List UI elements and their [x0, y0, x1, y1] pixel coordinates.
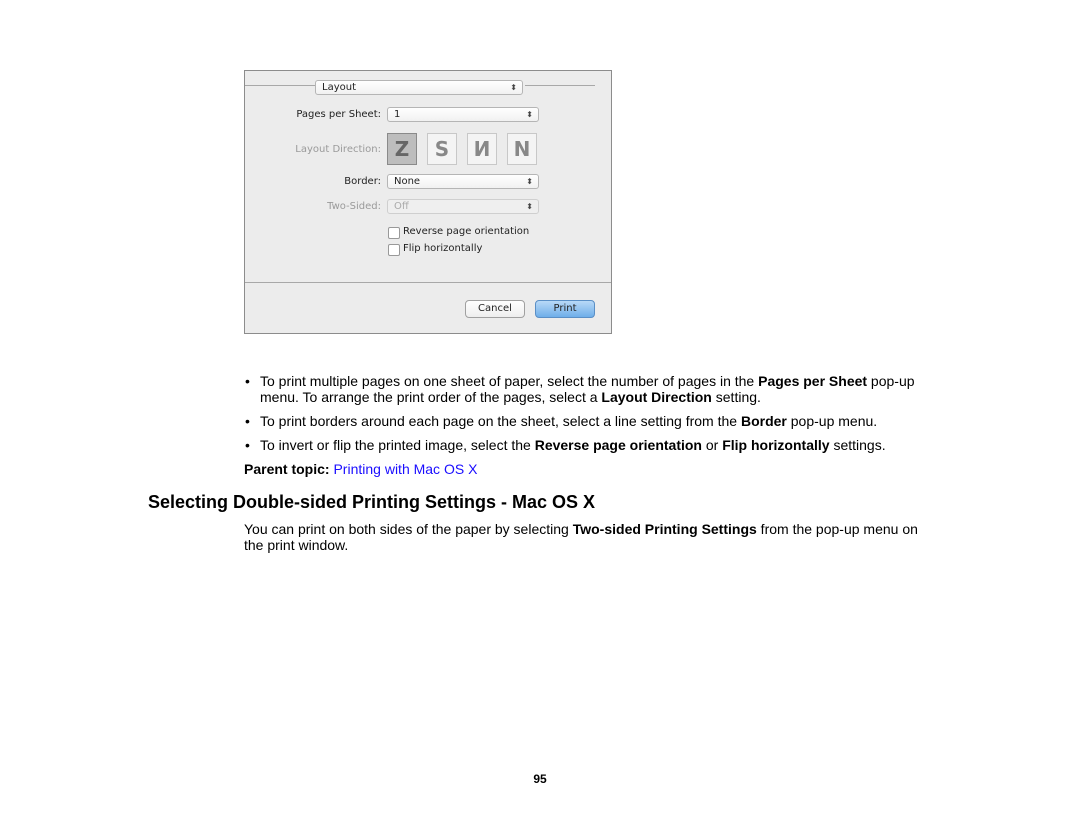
flip-horizontally-checkbox[interactable] — [388, 244, 400, 256]
page-number: 95 — [533, 772, 547, 786]
layout-z-icon[interactable]: Z — [387, 133, 417, 165]
border-select[interactable]: None ⬍ — [387, 174, 539, 189]
print-dialog-screenshot: Layout ⬍ Pages per Sheet: 1 ⬍ Layout Direc… — [244, 70, 612, 334]
parent-topic: Parent topic: Printing with Mac OS X — [244, 461, 478, 477]
updown-arrow-icon: ⬍ — [526, 202, 533, 211]
layout-n-icon[interactable]: N — [507, 133, 537, 165]
layout-direction-label: Layout Direction: — [295, 144, 381, 155]
print-button[interactable]: Print — [535, 300, 595, 318]
two-sided-label: Two-Sided: — [327, 201, 381, 212]
bullet-item: To invert or flip the printed image, sel… — [260, 437, 886, 453]
layout-n-reversed-icon[interactable]: И — [467, 133, 497, 165]
parent-topic-link[interactable]: Printing with Mac OS X — [333, 461, 477, 477]
updown-arrow-icon: ⬍ — [526, 177, 533, 186]
layout-s-icon[interactable]: S — [427, 133, 457, 165]
updown-arrow-icon: ⬍ — [510, 83, 517, 92]
cancel-button[interactable]: Cancel — [465, 300, 525, 318]
pages-per-sheet-select[interactable]: 1 ⬍ — [387, 107, 539, 122]
reverse-orientation-label: Reverse page orientation — [403, 226, 530, 237]
flip-horizontally-label: Flip horizontally — [403, 243, 483, 254]
bullet-icon: • — [245, 373, 250, 389]
paragraph: You can print on both sides of the paper… — [244, 521, 918, 553]
bullet-item: To print multiple pages on one sheet of … — [260, 373, 915, 405]
updown-arrow-icon: ⬍ — [526, 110, 533, 119]
bullet-icon: • — [245, 413, 250, 429]
reverse-orientation-checkbox[interactable] — [388, 227, 400, 239]
section-heading: Selecting Double-sided Printing Settings… — [148, 492, 596, 512]
panel-select[interactable]: Layout ⬍ — [315, 80, 523, 95]
two-sided-select: Off ⬍ — [387, 199, 539, 214]
border-label: Border: — [344, 176, 381, 187]
bullet-item: To print borders around each page on the… — [260, 413, 878, 429]
pages-per-sheet-label: Pages per Sheet: — [296, 109, 381, 120]
bullet-icon: • — [245, 437, 250, 453]
